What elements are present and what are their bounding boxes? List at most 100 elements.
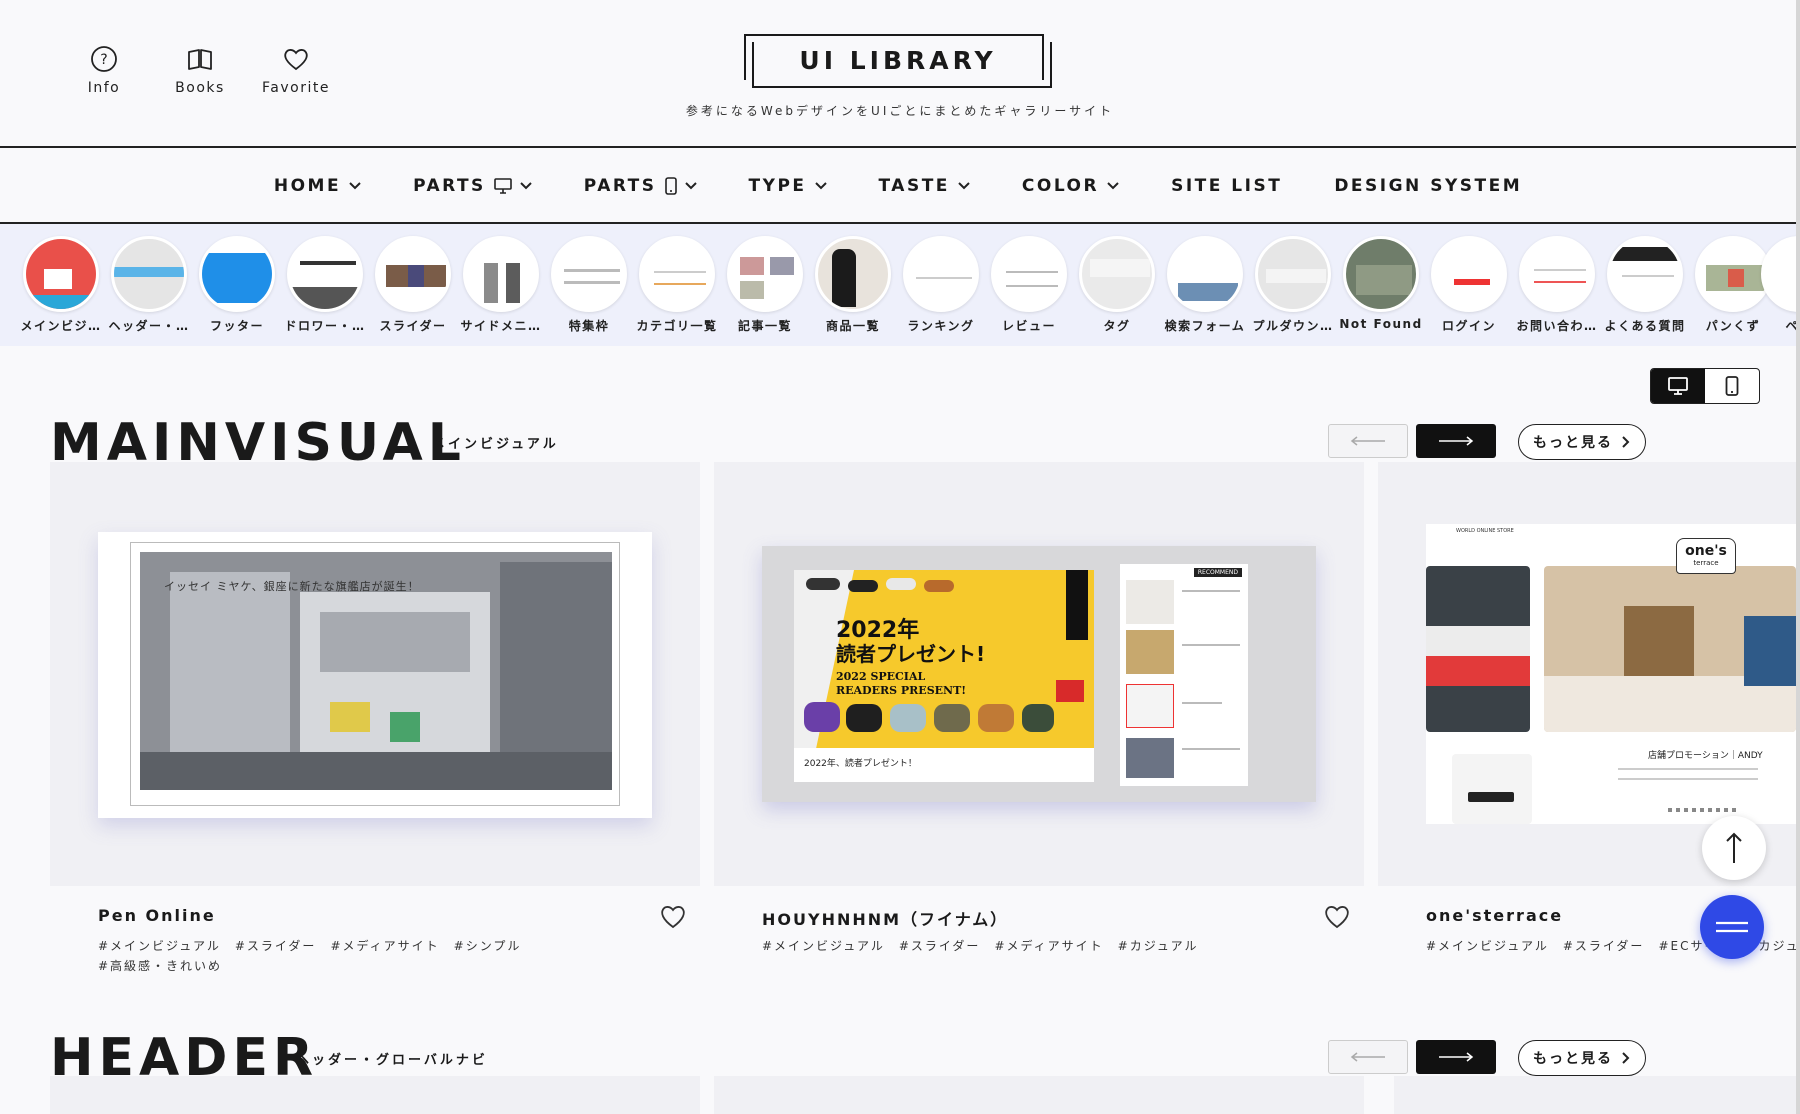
nav-site-list-label: SITE LIST <box>1171 176 1283 196</box>
menu-button[interactable] <box>1700 895 1764 959</box>
category-footer[interactable]: フッター <box>194 236 280 334</box>
tag[interactable]: #カジュアル <box>1118 939 1199 953</box>
header-section-subtitle: ヘッダー・グローバルナビ <box>296 1053 488 1068</box>
nav-home-label: HOME <box>273 176 342 196</box>
nav-color-label: COLOR <box>1021 176 1100 196</box>
category-pagination[interactable]: ペー <box>1756 236 1796 334</box>
tag[interactable]: #メインビジュアル <box>98 939 221 953</box>
category-search-form[interactable]: 検索フォーム <box>1162 236 1248 334</box>
sp-view-button[interactable] <box>1705 369 1759 403</box>
mainvisual-prev-button[interactable] <box>1328 424 1408 458</box>
site-card[interactable] <box>50 1076 700 1114</box>
category-label: ランキング <box>907 319 975 333</box>
category-contact[interactable]: お問い合わ… <box>1514 236 1600 334</box>
tag[interactable]: #メインビジュアル <box>1426 939 1549 953</box>
category-feature[interactable]: 特集枠 <box>546 236 632 334</box>
books-link[interactable]: Books <box>152 44 248 96</box>
nav-parts-pc[interactable]: PARTS <box>413 176 532 196</box>
tag[interactable]: #メインビジュアル <box>762 939 885 953</box>
nav-taste[interactable]: TASTE <box>879 176 970 196</box>
chevron-down-icon <box>1107 182 1119 190</box>
header-prev-button[interactable] <box>1328 1040 1408 1074</box>
chevron-right-icon <box>1622 1052 1630 1064</box>
svg-text:?: ? <box>100 52 107 68</box>
category-review[interactable]: レビュー <box>986 236 1072 334</box>
book-icon <box>188 49 212 70</box>
site-card[interactable]: イッセイ ミヤケ、銀座に新たな旗艦店が誕生！ Pen Online #メインビジ… <box>50 462 700 973</box>
site-card[interactable] <box>714 1076 1364 1114</box>
chevron-right-icon <box>1622 436 1630 448</box>
category-label: 検索フォーム <box>1164 319 1246 333</box>
scrollbar[interactable] <box>1796 0 1800 1114</box>
mainvisual-more-button[interactable]: もっと見る <box>1518 424 1646 460</box>
tag[interactable]: #メディアサイト <box>994 939 1103 953</box>
info-link[interactable]: ? Info <box>56 44 152 96</box>
category-label: Not Found <box>1339 317 1423 331</box>
favorite-heart-icon[interactable] <box>658 902 688 930</box>
header-next-button[interactable] <box>1416 1040 1496 1074</box>
card-title[interactable]: HOUYHNHNM（フイナム） <box>762 906 1008 930</box>
favorite-heart-icon[interactable] <box>1322 902 1352 930</box>
header-more-button[interactable]: もっと見る <box>1518 1040 1646 1076</box>
category-pulldown[interactable]: プルダウン… <box>1250 236 1336 334</box>
nav-parts-sp[interactable]: PARTS <box>584 176 697 196</box>
mainvisual-subtitle: メインビジュアル <box>432 437 559 452</box>
back-to-top-button[interactable] <box>1702 816 1766 880</box>
tag[interactable]: #スライダー <box>899 939 981 953</box>
card-title[interactable]: Pen Online <box>98 906 216 925</box>
mainvisual-next-button[interactable] <box>1416 424 1496 458</box>
category-product-list[interactable]: 商品一覧 <box>810 236 896 334</box>
card-thumbnail[interactable]: 2022年 読者プレゼント! 2022 SPECIAL READERS PRES… <box>714 462 1364 886</box>
arrow-right-icon <box>1439 436 1474 446</box>
category-category-list[interactable]: カテゴリ一覧 <box>634 236 720 334</box>
site-card[interactable]: 2022年 読者プレゼント! 2022 SPECIAL READERS PRES… <box>714 462 1364 953</box>
tag[interactable]: #メディアサイト <box>330 939 439 953</box>
category-drawer[interactable]: ドロワー・… <box>282 236 368 334</box>
category-ranking[interactable]: ランキング <box>898 236 984 334</box>
pc-view-button[interactable] <box>1651 369 1705 403</box>
category-label: ログイン <box>1441 319 1496 333</box>
site-card[interactable] <box>1394 1076 1796 1114</box>
category-label: お問い合わ… <box>1516 319 1598 333</box>
favorite-link[interactable]: Favorite <box>248 44 344 96</box>
card-thumbnail[interactable]: イッセイ ミヤケ、銀座に新たな旗艦店が誕生！ <box>50 462 700 886</box>
tag[interactable]: #高級感・きれいめ <box>98 959 222 973</box>
nav-design-system-label: DESIGN SYSTEM <box>1334 176 1523 196</box>
site-logo[interactable]: UI LIBRARY <box>744 34 1052 88</box>
category-header[interactable]: ヘッダー・… <box>106 236 192 334</box>
chevron-down-icon <box>349 182 361 190</box>
category-faq[interactable]: よくある質問 <box>1602 236 1688 334</box>
arrow-left-icon <box>1350 436 1385 446</box>
chevron-down-icon <box>814 182 827 190</box>
tag[interactable]: #スライダー <box>1563 939 1645 953</box>
card-overlay-text: イッセイ ミヤケ、銀座に新たな旗艦店が誕生！ <box>164 580 420 593</box>
promo-headline-2: 読者プレゼント! <box>836 642 986 666</box>
info-icon: ? <box>91 46 117 72</box>
arrow-left-icon <box>1350 1052 1385 1062</box>
category-tag[interactable]: タグ <box>1074 236 1160 334</box>
category-label: ヘッダー・… <box>108 319 190 333</box>
promo-en-1: 2022 SPECIAL <box>836 670 926 683</box>
category-mainvisual[interactable]: メインビジ… <box>18 236 104 334</box>
card-title[interactable]: one'sterrace <box>1426 906 1563 925</box>
nav-site-list[interactable]: SITE LIST <box>1171 176 1282 196</box>
category-not-found[interactable]: Not Found <box>1338 236 1424 331</box>
promo-en-2: READERS PRESENT! <box>836 684 967 697</box>
tag[interactable]: #シンプル <box>454 939 522 953</box>
nav-design-system[interactable]: DESIGN SYSTEM <box>1334 176 1522 196</box>
category-slider[interactable]: スライダー <box>370 236 456 334</box>
logo-text: UI LIBRARY <box>799 46 997 75</box>
category-article-list[interactable]: 記事一覧 <box>722 236 808 334</box>
card-tags: #メインビジュアル #スライダー #メディアサイト #カジュアル <box>762 936 1222 956</box>
category-side-menu[interactable]: サイドメニ… <box>458 236 544 334</box>
category-label: よくある質問 <box>1604 319 1686 333</box>
nav-type[interactable]: TYPE <box>749 176 827 196</box>
header-divider <box>0 146 1796 148</box>
tag[interactable]: #スライダー <box>235 939 317 953</box>
category-login[interactable]: ログイン <box>1426 236 1512 334</box>
site-tagline: 参考になるWebデザインをUIごとにまとめたギャラリーサイト <box>685 104 1115 118</box>
nav-taste-label: TASTE <box>878 176 950 196</box>
nav-color[interactable]: COLOR <box>1022 176 1119 196</box>
nav-home[interactable]: HOME <box>274 176 361 196</box>
chevron-down-icon <box>684 182 697 190</box>
